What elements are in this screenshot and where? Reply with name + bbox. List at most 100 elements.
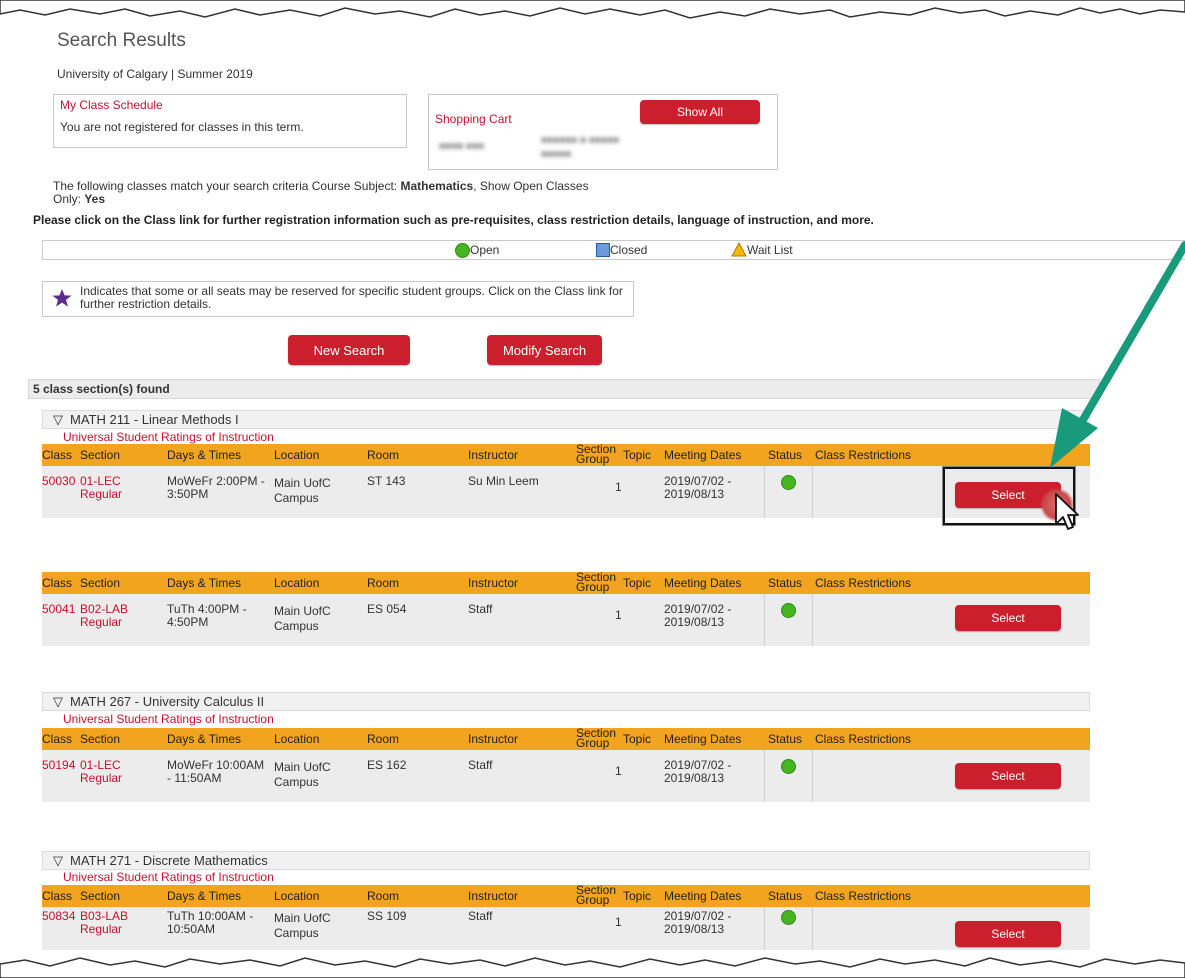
course-title: MATH 211 - Linear Methods I [70,412,239,427]
col-section-group: Section Group [576,727,616,749]
col-topic: Topic [623,889,652,903]
select-button[interactable]: Select [955,921,1061,947]
days-times-1: TuTh 10:00AM - [167,909,254,923]
col-section: Section [80,732,121,746]
col-section-group: Section Group [576,571,616,594]
course-header[interactable]: ▽ MATH 271 - Discrete Mathematics [42,851,1090,870]
cell-divider [764,750,765,802]
col-class: Class [42,576,73,590]
cell-divider [812,594,813,646]
ratings-link[interactable]: Universal Student Ratings of Instruction [63,870,274,884]
col-dates: Meeting Dates [664,448,742,462]
table-row: 50834 B03-LAB Regular TuTh 10:00AM - 10:… [42,907,1090,950]
criteria-subject: Mathematics [400,179,474,193]
arrow-annotation [1050,241,1185,468]
table-row: 50030 01-LEC Regular MoWeFr 2:00PM - 3:5… [42,466,1090,518]
class-number-link[interactable]: 50194 [42,758,75,772]
col-section: Section [80,576,121,590]
col-location: Location [274,889,320,903]
col-location: Location [274,732,320,746]
class-number-link[interactable]: 50030 [42,474,75,488]
days-times-1: MoWeFr 2:00PM - [167,474,265,488]
days-times-2: 3:50PM [167,487,209,501]
results-count: 5 class section(s) found [33,382,170,396]
modify-search-button[interactable]: Modify Search [487,335,602,365]
col-room: Room [367,732,400,746]
collapse-triangle-icon: ▽ [53,412,63,427]
col-restrictions: Class Restrictions [815,448,912,462]
col-section: Section [80,889,121,903]
meeting-dates-1: 2019/07/02 - [664,758,732,772]
cell-divider [764,594,765,646]
location-2: Campus [274,619,319,633]
collapse-triangle-icon: ▽ [53,694,63,709]
criteria-only-label: Only: [53,192,85,206]
instructor: Staff [468,909,493,923]
ratings-link[interactable]: Universal Student Ratings of Instruction [63,430,274,444]
instructor: Staff [468,758,493,772]
col-days: Days & Times [167,576,242,590]
col-days: Days & Times [167,732,242,746]
star-icon [52,289,72,307]
ratings-link[interactable]: Universal Student Ratings of Instruction [63,712,274,726]
class-number-link[interactable]: 50834 [42,909,75,923]
col-days: Days & Times [167,889,242,903]
location-1: Main UofC [274,911,331,925]
col-class: Class [42,732,73,746]
col-section-group-2: Group [576,893,610,907]
class-schedule-box: My Class Schedule You are not registered… [53,94,407,148]
criteria-middle: , Show Open Classes [473,179,589,193]
section-group: 1 [615,608,622,622]
col-topic: Topic [623,576,652,590]
instruction-text: Please click on the Class link for furth… [33,213,874,227]
search-criteria: The following classes match your search … [53,180,713,206]
show-all-button[interactable]: Show All [640,100,760,124]
section-link[interactable]: 01-LEC [80,474,121,488]
location-2: Campus [274,775,319,789]
select-button[interactable]: Select [955,605,1061,631]
col-class: Class [42,448,73,462]
criteria-prefix: The following classes match your search … [53,179,401,193]
days-times-2: 4:50PM [167,615,209,629]
col-room: Room [367,889,400,903]
col-room: Room [367,576,400,590]
course-header[interactable]: ▽ MATH 211 - Linear Methods I [42,410,1090,429]
collapse-triangle-icon: ▽ [53,853,63,868]
days-times-2: - 11:50AM [167,771,222,785]
section-type: Regular [80,487,123,501]
section-type: Regular [80,771,123,785]
location-1: Main UofC [274,760,331,774]
new-search-button[interactable]: New Search [288,335,410,365]
select-button[interactable]: Select [955,763,1061,789]
shopping-cart-link[interactable]: Shopping Cart [435,112,512,126]
cell-divider [812,907,813,950]
cart-item-blurred: ■■■■ ■■■ [439,141,485,152]
section-link[interactable]: 01-LEC [80,758,121,772]
col-restrictions: Class Restrictions [815,732,912,746]
meeting-dates-2: 2019/08/13 [664,771,725,785]
cell-divider [812,750,813,802]
legend-waitlist: Wait List [747,243,793,257]
col-location: Location [274,576,320,590]
course-header[interactable]: ▽ MATH 267 - University Calculus II [42,692,1090,711]
instructor: Staff [468,602,493,616]
class-schedule-link[interactable]: My Class Schedule [60,98,163,112]
class-number-link[interactable]: 50041 [42,602,75,616]
open-icon [455,243,470,258]
col-dates: Meeting Dates [664,889,742,903]
col-section: Section [80,448,121,462]
col-section-group-2: Group [576,580,610,594]
meeting-dates-2: 2019/08/13 [664,487,725,501]
col-instructor: Instructor [468,732,519,746]
col-section-group-2: Group [576,452,610,466]
col-topic: Topic [623,448,652,462]
section-link[interactable]: B03-LAB [80,909,128,923]
waitlist-icon [731,242,747,257]
shopping-cart-box: Shopping Cart Show All ■■■■ ■■■ ■■■■■■ ■… [428,94,778,170]
room: ES 054 [367,602,407,616]
section-link[interactable]: B02-LAB [80,602,128,616]
col-restrictions: Class Restrictions [815,576,912,590]
open-status-icon [781,910,796,925]
open-status-icon [781,759,796,774]
col-status: Status [768,448,803,462]
